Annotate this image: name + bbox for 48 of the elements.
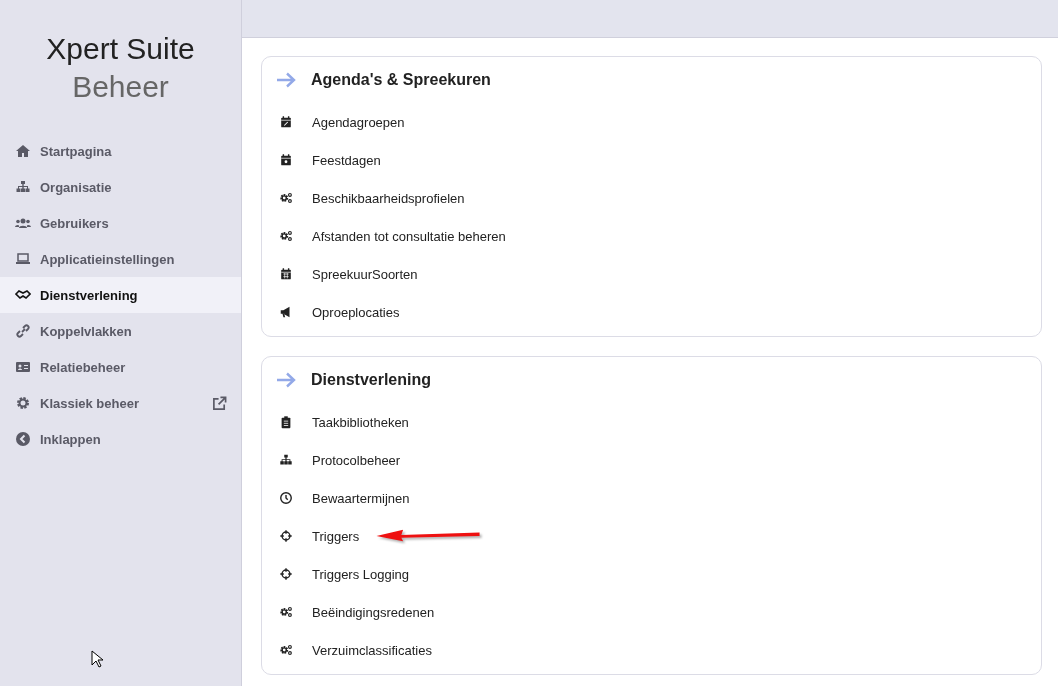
menu-link[interactable]: Oproeplocaties: [279, 304, 400, 320]
sidebar-item[interactable]: Koppelvlakken: [0, 313, 241, 349]
gears-icon: [279, 605, 293, 619]
id-card-icon: [15, 359, 31, 375]
arrow-right-icon: [276, 372, 296, 388]
sidebar-item[interactable]: Startpagina: [0, 133, 241, 169]
app-subtitle: Beheer: [71, 69, 170, 105]
menu-link[interactable]: Verzuimclassificaties: [279, 642, 432, 658]
menu-link[interactable]: Bewaartermijnen: [279, 490, 410, 506]
chevron-left-icon: [15, 431, 31, 447]
menu-link[interactable]: SpreekuurSoorten: [279, 266, 418, 282]
gears-icon: [279, 191, 293, 205]
menu-link[interactable]: Afstanden tot consultatie beheren: [279, 228, 506, 244]
menu-link[interactable]: Triggers Logging: [279, 566, 410, 582]
megaphone-icon: [279, 305, 293, 319]
menu-link[interactable]: Feestdagen: [279, 152, 381, 168]
crosshair-icon: [279, 567, 293, 581]
link-icon: [15, 323, 31, 339]
clock-icon: [279, 491, 293, 505]
menu-link[interactable]: Triggers: [279, 528, 360, 544]
section-title: Dienstverlening: [311, 371, 432, 389]
home-icon: [15, 143, 31, 159]
menu-link[interactable]: Beschikbaarheidsprofielen: [279, 190, 465, 206]
menu-link[interactable]: Beëindigingsredenen: [279, 604, 435, 620]
gears-icon: [279, 643, 293, 657]
sitemap-icon: [279, 453, 293, 467]
menu-link[interactable]: Taakbibliotheken: [279, 414, 409, 430]
sidebar-item[interactable]: Dienstverlening: [0, 277, 241, 313]
settings-icon: [15, 395, 31, 411]
sidebar-item[interactable]: Gebruikers: [0, 205, 241, 241]
gears-icon: [279, 229, 293, 243]
app-title: Xpert Suite: [45, 31, 196, 67]
sidebar-item[interactable]: Organisatie: [0, 169, 241, 205]
menu-link[interactable]: Protocolbeheer: [279, 452, 401, 468]
sidebar-item[interactable]: Relatiebeheer: [0, 349, 241, 385]
sidebar-item[interactable]: Applicatieinstellingen: [0, 241, 241, 277]
menu-link[interactable]: Agendagroepen: [279, 114, 405, 130]
crosshair-icon: [279, 529, 293, 543]
clipboard-icon: [279, 415, 293, 429]
sidebar-item[interactable]: Klassiek beheer: [0, 385, 241, 421]
mouse-cursor-icon: [91, 650, 103, 668]
section-title: Agenda's & Spreekuren: [311, 71, 491, 89]
laptop-icon: [15, 251, 31, 267]
calendar-icon: [279, 115, 293, 129]
sidebar-item[interactable]: Inklappen: [0, 421, 241, 457]
sitemap-icon: [15, 179, 31, 195]
arrow-right-icon: [276, 72, 296, 88]
calendar-icon: [279, 267, 293, 281]
